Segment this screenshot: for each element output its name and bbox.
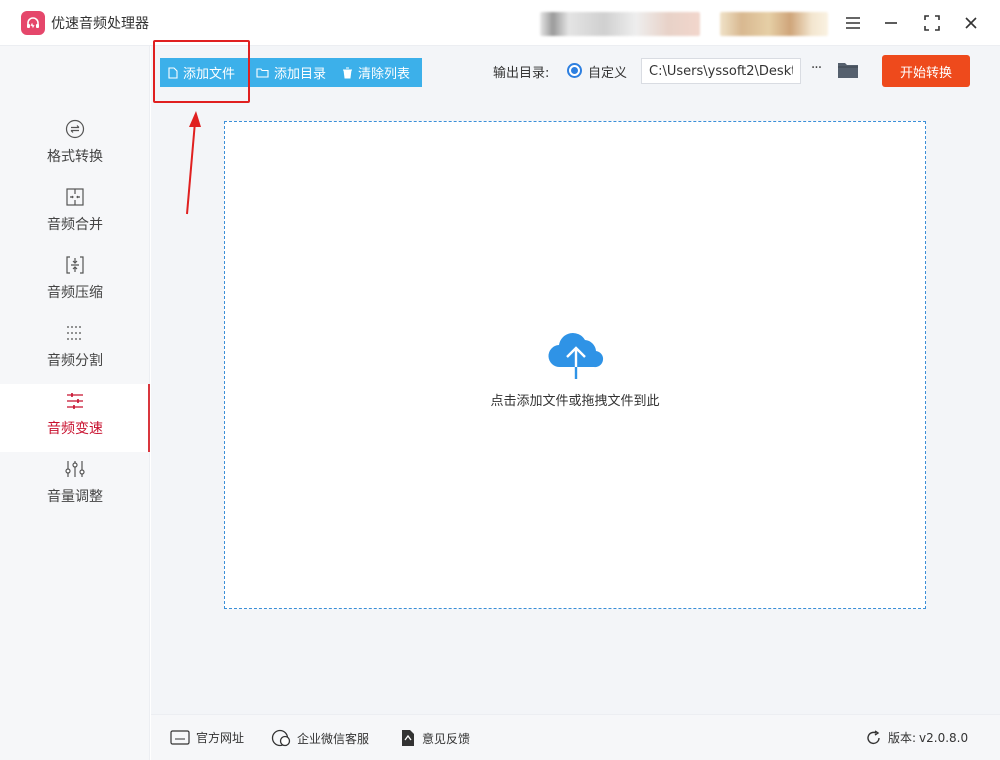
add-file-label: 添加文件	[183, 67, 236, 82]
feedback-label: 意见反馈	[422, 731, 471, 746]
official-website-link[interactable]: 官方网址	[170, 729, 244, 746]
start-convert-button[interactable]: 开始转换	[882, 55, 970, 87]
menu-icon[interactable]	[842, 12, 864, 34]
custom-output-label: 自定义	[588, 66, 628, 81]
file-drop-zone[interactable]: 点击添加文件或拖拽文件到此	[224, 121, 926, 609]
sidebar-item-audio-merge[interactable]: 音频合并	[0, 180, 150, 248]
website-icon	[170, 730, 190, 745]
more-options-button[interactable]: ···	[808, 60, 824, 82]
split-icon	[65, 322, 85, 344]
version-number: v2.0.8.0	[919, 730, 969, 745]
output-path-field[interactable]	[641, 58, 801, 84]
refresh-icon	[866, 729, 882, 746]
sidebar-item-volume-adjust[interactable]: 音量调整	[0, 452, 150, 520]
output-dir-label: 输出目录:	[493, 66, 550, 81]
sidebar-item-label: 音量调整	[47, 489, 103, 505]
add-directory-button[interactable]: 添加目录	[248, 58, 334, 87]
sidebar-item-label: 音频变速	[47, 421, 103, 437]
sidebar-item-audio-speed[interactable]: 音频变速	[0, 384, 150, 452]
minimize-icon[interactable]	[880, 12, 902, 34]
compress-icon	[65, 254, 85, 276]
clear-list-label: 清除列表	[358, 67, 411, 82]
add-directory-label: 添加目录	[274, 67, 327, 82]
sidebar-item-label: 格式转换	[47, 149, 103, 165]
maximize-icon[interactable]	[921, 12, 943, 34]
format-convert-icon	[65, 118, 85, 140]
sidebar-item-audio-split[interactable]: 音频分割	[0, 316, 150, 384]
sidebar-item-format-convert[interactable]: 格式转换	[0, 112, 150, 180]
sidebar-item-audio-compress[interactable]: 音频压缩	[0, 248, 150, 316]
wechat-support-link[interactable]: 企业微信客服	[271, 729, 369, 747]
app-title: 优速音频处理器	[51, 16, 149, 32]
sidebar-item-label: 音频分割	[47, 353, 103, 369]
add-file-button[interactable]: 添加文件	[160, 58, 248, 87]
official-website-label: 官方网址	[196, 731, 245, 745]
cloud-upload-icon	[546, 329, 606, 385]
app-logo-icon	[21, 11, 45, 35]
folder-outline-icon	[256, 67, 269, 78]
open-folder-icon[interactable]	[837, 61, 859, 81]
file-icon	[168, 66, 178, 79]
merge-icon	[65, 186, 85, 208]
sidebar: 格式转换 音频合并 音频压缩 音频分割 音频变速 音量调整	[0, 46, 150, 760]
wechat-support-label: 企业微信客服	[297, 731, 370, 746]
title-bar: 优速音频处理器	[0, 0, 1000, 46]
version-label: 版本:	[888, 731, 917, 745]
feedback-icon	[400, 729, 416, 747]
volume-sliders-icon	[64, 458, 86, 480]
sidebar-item-label: 音频压缩	[47, 285, 103, 301]
drop-zone-hint: 点击添加文件或拖拽文件到此	[490, 394, 660, 409]
feedback-link[interactable]: 意见反馈	[400, 729, 470, 747]
wechat-icon	[271, 729, 291, 747]
clear-list-button[interactable]: 清除列表	[334, 58, 422, 87]
sidebar-item-label: 音频合并	[47, 217, 103, 233]
version-info[interactable]: 版本: v2.0.8.0	[866, 729, 968, 746]
annotation-arrow	[186, 111, 201, 215]
blurred-account-area	[540, 12, 700, 36]
speed-icon	[65, 390, 85, 412]
blurred-avatar-area	[720, 12, 828, 36]
custom-output-radio[interactable]	[567, 63, 582, 78]
close-icon[interactable]	[960, 12, 982, 34]
trash-icon	[342, 67, 353, 79]
